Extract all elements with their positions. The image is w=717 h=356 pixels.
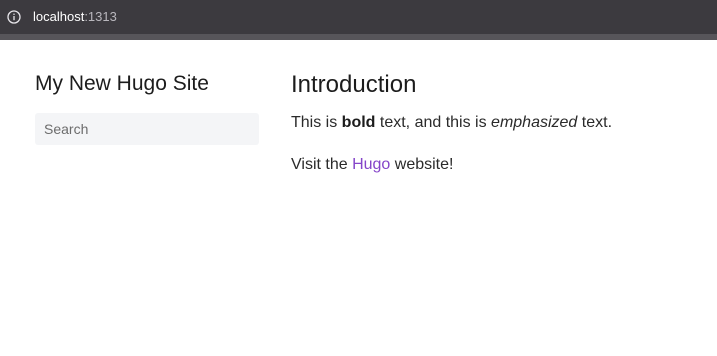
site-title[interactable]: My New Hugo Site — [35, 70, 259, 98]
browser-address-bar: localhost:1313 — [0, 0, 717, 34]
paragraph-formatting: This is bold text, and this is emphasize… — [291, 112, 691, 134]
text-segment: website! — [390, 156, 454, 173]
search-input[interactable] — [35, 113, 259, 145]
bold-text: bold — [341, 114, 376, 131]
page-content: My New Hugo Site Introduction This is bo… — [0, 40, 717, 356]
paragraph-link: Visit the Hugo website! — [291, 154, 691, 176]
page-title: Introduction — [291, 71, 417, 98]
url-text[interactable]: localhost:1313 — [33, 10, 117, 24]
info-icon[interactable] — [7, 10, 21, 24]
text-segment: Visit the — [291, 156, 353, 173]
hugo-link[interactable]: Hugo — [352, 156, 390, 173]
emphasized-text: emphasized — [491, 114, 578, 131]
text-segment: text, and this is — [375, 114, 492, 131]
url-port: :1313 — [84, 9, 117, 24]
main-article: Introduction This is bold text, and this… — [291, 70, 691, 176]
text-segment: This is — [291, 114, 342, 131]
text-segment: text. — [577, 114, 613, 131]
url-host: localhost — [33, 9, 85, 24]
sidebar: My New Hugo Site — [35, 70, 259, 145]
